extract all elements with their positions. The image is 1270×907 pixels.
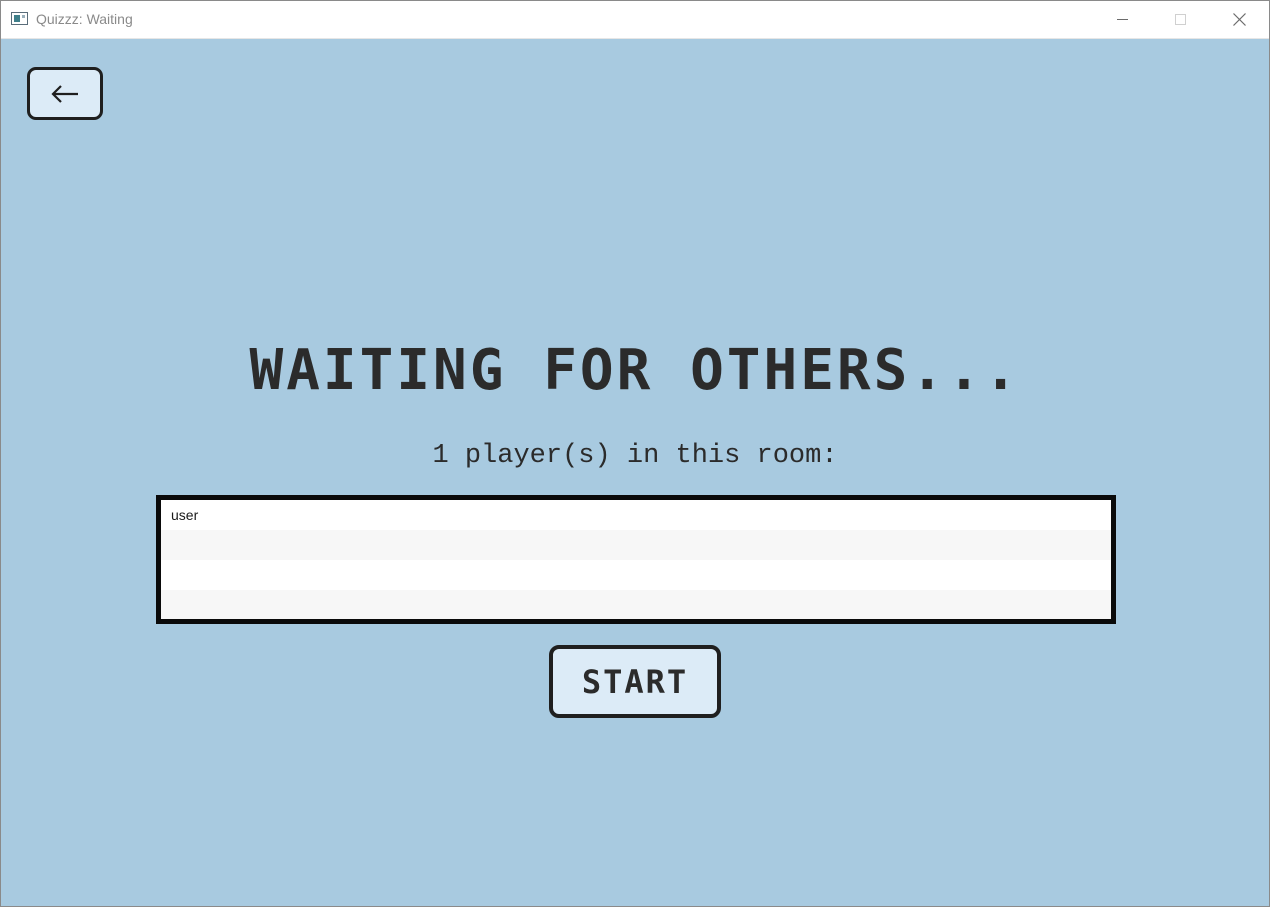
minimize-button[interactable] — [1094, 1, 1152, 38]
arrow-left-icon — [51, 84, 78, 103]
player-count-label: 1 player(s) in this room: — [432, 441, 838, 471]
start-button[interactable]: START — [549, 645, 721, 718]
player-list[interactable]: user — [156, 495, 1116, 624]
list-item[interactable]: user — [161, 500, 1111, 530]
maximize-button[interactable] — [1152, 1, 1210, 38]
back-button[interactable] — [27, 67, 103, 120]
close-icon — [1233, 13, 1246, 26]
page-title: WAITING FOR OTHERS... — [249, 338, 1021, 403]
list-item[interactable] — [161, 560, 1111, 590]
close-button[interactable] — [1210, 1, 1268, 38]
list-item[interactable] — [161, 530, 1111, 560]
app-icon — [11, 12, 28, 25]
title-bar: Quizzz: Waiting — [1, 1, 1269, 39]
window-title: Quizzz: Waiting — [36, 11, 133, 27]
list-item[interactable] — [161, 590, 1111, 619]
app-window: Quizzz: Waiting WAITING FOR OTHERS... 1 … — [0, 0, 1270, 907]
